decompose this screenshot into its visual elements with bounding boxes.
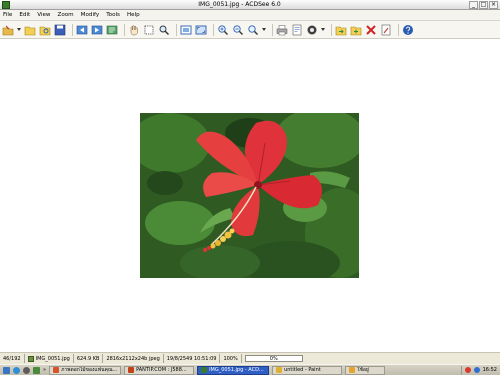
zoom-out-icon[interactable] xyxy=(232,24,244,36)
auto-advance-icon[interactable] xyxy=(106,24,118,36)
chevron-right-icon[interactable]: » xyxy=(43,367,46,373)
title-bar: IMG_0051.jpg - ACDSee 6.0 _ □ × xyxy=(0,0,500,10)
quick-launch-app-icon[interactable] xyxy=(33,366,40,374)
taskbar-item-folder[interactable]: ใช้อยู่ xyxy=(345,365,386,375)
acdsee-icon xyxy=(201,367,208,373)
close-button[interactable]: × xyxy=(489,0,498,9)
progress-text: 0% xyxy=(269,356,278,362)
paint-icon xyxy=(276,367,283,373)
toolbar-separator xyxy=(72,23,73,36)
toolbar-separator xyxy=(213,23,214,36)
taskbar-item-pantip[interactable]: PANTIP.COM : J588... xyxy=(124,365,195,375)
properties-icon[interactable] xyxy=(291,24,303,36)
window-controls: _ □ × xyxy=(469,0,498,9)
image-viewer[interactable] xyxy=(0,39,500,352)
image-file-icon xyxy=(27,355,34,362)
menu-zoom[interactable]: Zoom xyxy=(58,12,74,18)
menu-help[interactable]: Help xyxy=(127,12,140,18)
task-label: ภาพดอกไม้ของแฟนคุณ... xyxy=(61,367,118,373)
select-tool-icon[interactable] xyxy=(143,24,155,36)
progress-bar: 0% xyxy=(244,355,303,362)
zoom-in-icon[interactable] xyxy=(217,24,229,36)
chevron-down-icon[interactable] xyxy=(262,24,266,36)
menu-bar: File Edit View Zoom Modify Tools Help xyxy=(0,10,500,21)
delete-icon[interactable] xyxy=(365,24,377,36)
task-label: ใช้อยู่ xyxy=(357,367,369,373)
menu-tools[interactable]: Tools xyxy=(106,12,120,18)
browser-icon xyxy=(53,367,60,373)
toolbar xyxy=(0,21,500,39)
print-icon[interactable] xyxy=(276,24,288,36)
status-bar: 46/192 IMG_0051.jpg 624.9 KB 2816x2112x2… xyxy=(0,352,500,364)
file-size: 624.9 KB xyxy=(74,354,104,363)
toolbar-separator xyxy=(176,23,177,36)
magnifier-icon[interactable] xyxy=(158,24,170,36)
file-date: 19/8/2549 10:51:09 xyxy=(164,354,221,363)
browse-icon[interactable] xyxy=(39,24,51,36)
folder-icon[interactable] xyxy=(24,24,36,36)
taskbar-item-acdsee[interactable]: IMG_0051.jpg - ACD... xyxy=(197,365,270,375)
internet-explorer-icon[interactable] xyxy=(13,366,20,374)
toolbar-separator xyxy=(331,23,332,36)
menu-view[interactable]: View xyxy=(37,12,50,18)
file-name-field: IMG_0051.jpg xyxy=(25,354,74,363)
maximize-button[interactable]: □ xyxy=(479,0,488,9)
chevron-down-icon[interactable] xyxy=(321,24,325,36)
hibiscus-photo xyxy=(140,113,359,278)
previous-image-icon[interactable] xyxy=(76,24,88,36)
image-dimensions: 2816x2112x24b jpeg xyxy=(103,354,164,363)
toolbar-separator xyxy=(124,23,125,36)
rotate-icon[interactable] xyxy=(306,24,318,36)
toolbar-separator xyxy=(272,23,273,36)
folder-icon xyxy=(349,367,356,373)
image-position: 46/192 xyxy=(0,354,25,363)
menu-modify[interactable]: Modify xyxy=(81,12,100,18)
taskbar-item-paint[interactable]: untitled - Paint xyxy=(272,365,343,375)
open-icon[interactable] xyxy=(2,24,14,36)
task-label: untitled - Paint xyxy=(284,367,321,373)
taskbar: » ภาพดอกไม้ของแฟนคุณ... PANTIP.COM : J58… xyxy=(0,364,500,375)
menu-file[interactable]: File xyxy=(3,12,12,18)
zoom-menu-icon[interactable] xyxy=(247,24,259,36)
move-to-icon[interactable] xyxy=(335,24,347,36)
minimize-button[interactable]: _ xyxy=(469,0,478,9)
clock: 16:52 xyxy=(482,367,497,373)
load-progress: 0% xyxy=(242,354,500,363)
fit-image-icon[interactable] xyxy=(180,24,192,36)
save-icon[interactable] xyxy=(54,24,66,36)
hand-tool-icon[interactable] xyxy=(128,24,140,36)
desktop-icon[interactable] xyxy=(3,366,10,374)
tray-app-icon[interactable] xyxy=(464,367,471,373)
menu-edit[interactable]: Edit xyxy=(19,12,30,18)
task-label: PANTIP.COM : J588... xyxy=(136,367,187,373)
help-icon[interactable] xyxy=(402,24,414,36)
copy-to-icon[interactable] xyxy=(350,24,362,36)
system-tray: 16:52 xyxy=(460,365,500,375)
quick-launch: » xyxy=(0,366,46,374)
zoom-level: 100% xyxy=(220,354,242,363)
full-screen-icon[interactable] xyxy=(195,24,207,36)
edit-icon[interactable] xyxy=(380,24,392,36)
toolbar-separator xyxy=(398,23,399,36)
task-label: IMG_0051.jpg - ACD... xyxy=(209,367,264,373)
media-player-icon[interactable] xyxy=(23,366,30,374)
file-name: IMG_0051.jpg xyxy=(35,355,70,362)
network-icon[interactable] xyxy=(473,367,480,373)
browser-icon xyxy=(128,367,135,373)
chevron-down-icon[interactable] xyxy=(17,24,21,36)
window-title: IMG_0051.jpg - ACDSee 6.0 xyxy=(198,1,281,8)
next-image-icon[interactable] xyxy=(91,24,103,36)
taskbar-item-flower-forum[interactable]: ภาพดอกไม้ของแฟนคุณ... xyxy=(49,365,122,375)
app-icon[interactable] xyxy=(2,0,10,9)
